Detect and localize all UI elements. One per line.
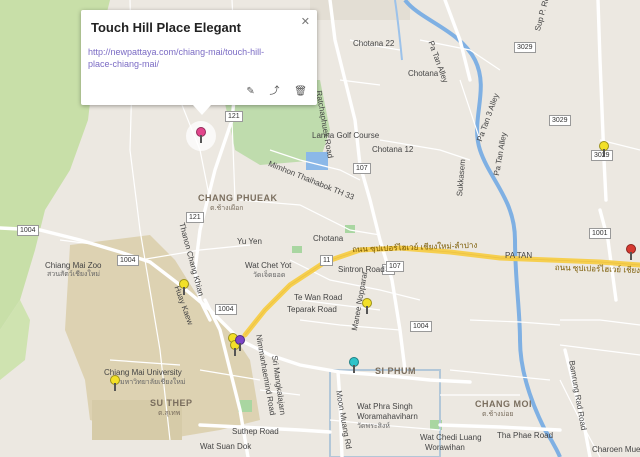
poi-label-thai: สวนสัตว์เชียงใหม่: [47, 271, 101, 278]
route-shield: 3029: [514, 42, 536, 53]
park: [292, 246, 302, 253]
marker-tail: [630, 252, 632, 260]
close-icon[interactable]: ✕: [301, 15, 310, 28]
info-window[interactable]: Touch Hill Place Elegant http://newpatta…: [81, 10, 317, 115]
marker-tail: [603, 149, 605, 157]
district-label: CHANG PHUEAK: [198, 193, 278, 203]
poi-label: Chiang Mai Zoo: [45, 261, 102, 270]
map-label: Charoen Mue: [592, 445, 640, 454]
directions-icon[interactable]: ⤴: [270, 86, 280, 97]
marker-yellow[interactable]: [362, 298, 372, 314]
route-shield: 1004: [117, 255, 139, 266]
route-shield: 1004: [410, 321, 432, 332]
poi-label-thai: วัดเจ็ดยอด: [253, 272, 286, 279]
map-label: Chotana 12: [372, 145, 414, 154]
district-label: SU THEP: [150, 398, 193, 408]
route-shield: 1004: [215, 304, 237, 315]
marker-yellow[interactable]: [179, 279, 189, 295]
marker-yellow[interactable]: [599, 141, 609, 157]
poi-label: Wat Suan Dok: [200, 442, 252, 451]
marker-tail: [114, 383, 116, 391]
map-label: Chotana: [313, 234, 344, 243]
info-window-title: Touch Hill Place Elegant: [91, 20, 242, 35]
marker-red[interactable]: [626, 244, 636, 260]
route-shield: 121: [225, 111, 243, 122]
marker-tail: [366, 306, 368, 314]
map-label: PA TAN: [505, 251, 533, 260]
poi-label: Wat Phra Singh: [357, 402, 413, 411]
pencil-icon[interactable]: ✎: [246, 86, 254, 97]
map-label: Chotana 22: [353, 39, 395, 48]
route-shield: 1001: [589, 228, 611, 239]
marker-purple[interactable]: [235, 335, 245, 351]
map-label: Chotana: [408, 69, 439, 78]
poi-label: Woramahaviharn: [357, 412, 418, 421]
map-label: Tha Phae Road: [497, 431, 554, 440]
trash-icon[interactable]: 🗑: [294, 86, 307, 97]
route-shield: 11: [320, 255, 334, 266]
marker-yellow[interactable]: [110, 375, 120, 391]
info-window-tools: ✎ ⤴ 🗑: [234, 82, 307, 97]
poi-label: Wat Chet Yot: [245, 261, 292, 270]
marker-cyan[interactable]: [349, 357, 359, 373]
district-label: SI PHUM: [375, 366, 417, 376]
marker-tail: [353, 365, 355, 373]
poi-label: Wat Chedi Luang: [420, 433, 482, 442]
route-shield: 121: [186, 212, 204, 223]
district-label-thai: ต.ช้างม่อย: [482, 411, 514, 418]
poi-label-thai: มหาวิทยาลัยเชียงใหม่: [120, 379, 186, 386]
district-label-thai: ต.ช้างเผือก: [210, 205, 244, 212]
park: [345, 225, 355, 233]
district-label-thai: ต.สุเทพ: [158, 410, 181, 417]
route-shield: 107: [386, 261, 404, 272]
marker-tail: [200, 135, 202, 143]
route-shield: 3029: [549, 115, 571, 126]
route-shield: 1004: [17, 225, 39, 236]
district-label: CHANG MOI: [475, 399, 532, 409]
route-shield: 107: [353, 163, 371, 174]
map-label: Te Wan Road: [294, 293, 343, 302]
map-label: Suthep Road: [232, 427, 279, 436]
selected-marker-pink[interactable]: [196, 127, 206, 143]
map-label: Yu Yen: [237, 237, 262, 246]
marker-tail: [239, 343, 241, 351]
info-window-link[interactable]: http://newpattaya.com/chiang-mai/touch-h…: [88, 46, 268, 70]
poi-label: Worawihan: [425, 443, 465, 452]
poi-label-thai: วัดพระสิงห์: [357, 423, 390, 430]
map-label: Teparak Road: [287, 305, 337, 314]
marker-tail: [183, 287, 185, 295]
